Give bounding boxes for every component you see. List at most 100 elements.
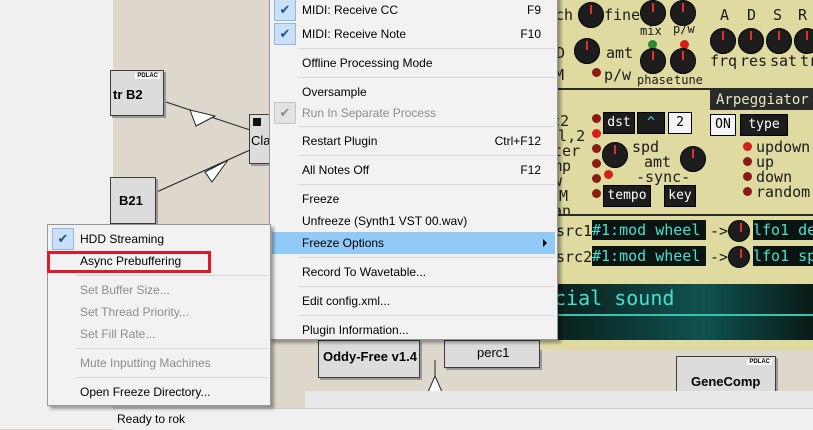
machine-oddy-free[interactable]: Oddy-Free v1.4 <box>318 340 420 378</box>
menu-item-hdd-streaming[interactable]: ✔ HDD Streaming <box>50 228 268 250</box>
menu-item-label: Set Thread Priority... <box>80 305 189 319</box>
machine-label: Oddy-Free v1.4 <box>323 349 417 364</box>
menu-item-label: Restart Plugin <box>302 134 378 148</box>
patch-name-display[interactable]: cial sound <box>540 284 813 340</box>
menu-separator <box>298 257 555 258</box>
knob-label: p/w <box>604 66 632 84</box>
menu-item-label: Run In Separate Process <box>302 106 437 120</box>
sync-label: -sync- <box>636 168 691 186</box>
menu-item-label: Unfreeze (Synth1 VST 00.wav) <box>302 214 468 228</box>
menu-separator <box>298 48 555 49</box>
menu-item-label: Freeze <box>302 192 340 206</box>
key-button[interactable]: key <box>664 185 696 207</box>
menu-separator <box>298 155 555 156</box>
menu-item-open-freeze-directory[interactable]: Open Freeze Directory... <box>50 381 268 403</box>
menu-item-label: Mute Inputting Machines <box>80 356 211 370</box>
menu-item-label: Open Freeze Directory... <box>80 385 211 399</box>
knob-mod-amount[interactable] <box>728 246 750 268</box>
horizontal-scrollbar[interactable] <box>305 391 813 408</box>
led-indicator <box>592 159 601 168</box>
mod-source-display[interactable]: #1:mod wheel <box>592 246 706 266</box>
menu-item-oversample[interactable]: Oversample <box>272 81 555 103</box>
check-icon: ✔ <box>274 23 296 45</box>
knob-mod-amount[interactable] <box>728 220 750 242</box>
menu-item-label: Offline Processing Mode <box>302 56 433 70</box>
knob-phase[interactable] <box>640 48 666 74</box>
status-text: Ready to rok <box>117 412 186 426</box>
menu-item-record-wavetable[interactable]: Record To Wavetable... <box>272 261 555 283</box>
knob-attack[interactable] <box>710 28 736 54</box>
menu-item-midi-receive-note[interactable]: ✔ MIDI: Receive Note F10 <box>272 23 555 45</box>
tempo-button[interactable]: tempo <box>603 185 651 207</box>
menu-item-freeze-options[interactable]: Freeze Options <box>272 232 555 254</box>
machine-genecomp[interactable]: PDLAC GeneComp <box>676 356 776 392</box>
menu-separator <box>298 126 555 127</box>
knob-label: res <box>740 52 768 70</box>
mod-src-label: src1 <box>556 222 593 240</box>
machine-b21[interactable]: B21 <box>110 177 156 224</box>
machine-label: B21 <box>119 193 143 208</box>
machine-label: Cla <box>251 133 271 148</box>
menu-item-set-thread-priority[interactable]: Set Thread Priority... <box>50 301 268 323</box>
mod-dest-display[interactable]: lfo1 de <box>753 220 813 240</box>
led-indicator <box>592 189 601 198</box>
machine-tr-b2[interactable]: PDLAC tr B2 <box>110 70 164 116</box>
knob-sustain[interactable] <box>766 28 792 54</box>
menu-separator <box>298 315 555 316</box>
knob-d[interactable] <box>574 38 600 64</box>
mod-arrow: -> <box>710 248 729 266</box>
menu-item-midi-receive-cc[interactable]: ✔ MIDI: Receive CC F9 <box>272 0 555 21</box>
arp-type-button[interactable]: type <box>740 114 788 136</box>
menu-item-shortcut: Ctrl+F12 <box>494 134 541 148</box>
menu-item-unfreeze[interactable]: Unfreeze (Synth1 VST 00.wav) <box>272 210 555 232</box>
machine-perc1[interactable]: perc1 <box>444 340 540 368</box>
knob-label: p/w <box>673 22 695 36</box>
arp-mode-label: random <box>756 183 811 201</box>
menu-item-freeze[interactable]: Freeze <box>272 188 555 210</box>
mod-source-display[interactable]: #1:mod wheel <box>592 220 706 240</box>
knob-pitch[interactable] <box>578 2 604 28</box>
menu-item-set-buffer-size[interactable]: Set Buffer Size... <box>50 279 268 301</box>
knob-label: tr <box>800 52 813 70</box>
knob-decay[interactable] <box>738 28 764 54</box>
arp-on-button[interactable]: ON <box>710 114 736 136</box>
dst-button[interactable]: dst <box>603 112 635 134</box>
menu-item-label: Record To Wavetable... <box>302 265 427 279</box>
knob-release[interactable] <box>794 28 813 54</box>
osc-number-button[interactable]: 2 <box>668 112 692 134</box>
knob-label: sat <box>770 52 798 70</box>
knob-lfo-speed[interactable] <box>602 142 628 168</box>
menu-item-all-notes-off[interactable]: All Notes Off F12 <box>272 159 555 181</box>
led-indicator <box>743 187 752 196</box>
knob-label: mix <box>640 24 662 38</box>
arpeggiator-title: Arpeggiator <box>710 90 813 110</box>
synth1-plugin-window[interactable]: tch fine A D S R D amt mix p/w frq res s… <box>540 0 813 350</box>
waveform-button[interactable]: ^ <box>637 112 665 134</box>
menu-item-label: Set Buffer Size... <box>80 283 170 297</box>
menu-item-offline-processing[interactable]: Offline Processing Mode <box>272 52 555 74</box>
led-indicator <box>592 68 601 77</box>
knob-label: tune <box>674 73 703 87</box>
menu-item-plugin-information[interactable]: Plugin Information... <box>272 319 555 341</box>
machine-indicator <box>253 118 261 126</box>
menu-separator <box>298 77 555 78</box>
led-indicator <box>743 142 752 151</box>
led-indicator <box>743 172 752 181</box>
menu-item-set-fill-rate[interactable]: Set Fill Rate... <box>50 323 268 345</box>
mod-arrow: -> <box>710 222 729 240</box>
menu-item-restart-plugin[interactable]: Restart Plugin Ctrl+F12 <box>272 130 555 152</box>
mod-dest-display[interactable]: lfo1 sp <box>753 246 813 266</box>
menu-item-shortcut: F9 <box>526 3 541 17</box>
divider <box>540 214 813 216</box>
led-indicator <box>743 157 752 166</box>
machine-tag: PDLAC <box>135 73 160 79</box>
menu-item-label: Freeze Options <box>302 236 385 250</box>
menu-item-label: Edit config.xml... <box>302 294 391 308</box>
knob-tune[interactable] <box>670 48 696 74</box>
menu-item-run-separate-process[interactable]: ✔ Run In Separate Process <box>272 102 555 124</box>
knob-mix[interactable] <box>640 0 666 26</box>
knob-label: phase <box>637 73 674 87</box>
machine-context-menu: ✔ MIDI: Receive CC F9 ✔ MIDI: Receive No… <box>269 0 558 340</box>
menu-item-mute-inputting-machines[interactable]: Mute Inputting Machines <box>50 352 268 374</box>
menu-item-edit-config[interactable]: Edit config.xml... <box>272 290 555 312</box>
